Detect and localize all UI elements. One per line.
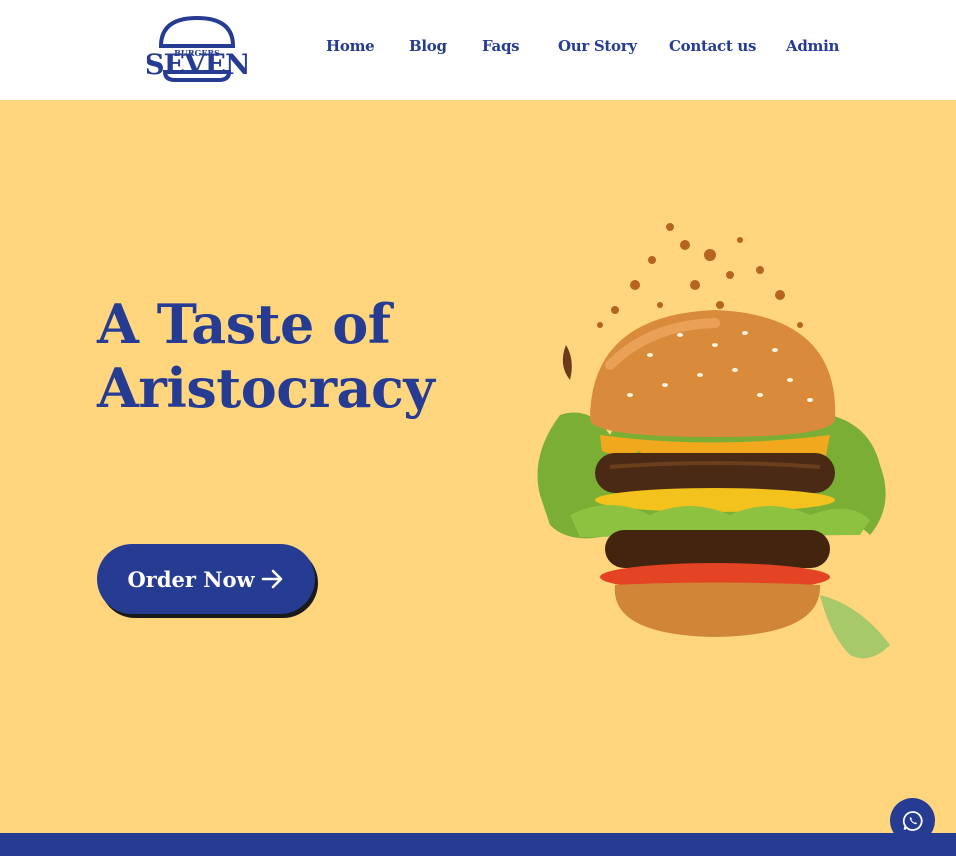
hero-title-line-2: Aristocracy — [97, 356, 435, 420]
nav-admin[interactable]: Admin — [786, 37, 839, 55]
whatsapp-icon — [902, 810, 923, 831]
nav-contact-us[interactable]: Contact us — [669, 37, 756, 55]
burger-image — [537, 223, 890, 659]
hero-title-line-1: A Taste of — [97, 292, 391, 356]
footer-bar — [0, 833, 956, 856]
nav-our-story[interactable]: Our Story — [558, 37, 637, 55]
site-header: BURGERS SEVEN Home Blog Faqs Our Story C… — [0, 0, 956, 100]
nav-faqs[interactable]: Faqs — [482, 37, 520, 55]
arrow-right-icon — [261, 569, 282, 589]
order-now-label: Order Now — [127, 566, 255, 592]
nav-home[interactable]: Home — [326, 37, 375, 55]
main-nav: Home Blog Faqs Our Story Contact us Admi… — [0, 37, 956, 61]
nav-blog[interactable]: Blog — [409, 37, 447, 55]
order-now-button[interactable]: Order Now — [97, 544, 315, 614]
hero-title: A Taste of Aristocracy — [97, 292, 477, 420]
